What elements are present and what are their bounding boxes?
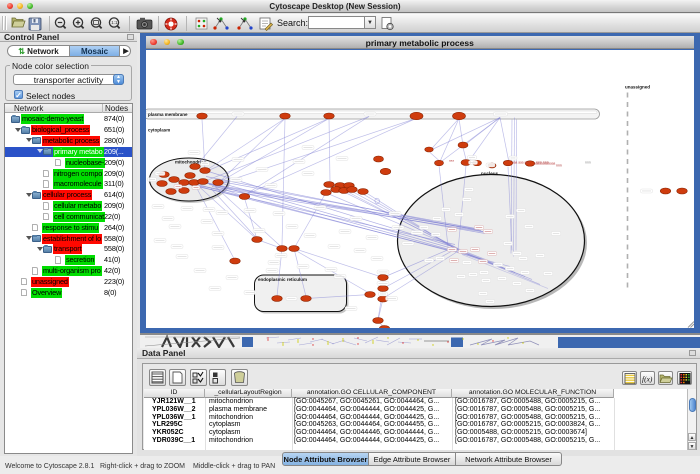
svg-text:endoplasmic reticulum: endoplasmic reticulum <box>258 277 307 282</box>
svg-text:nnn nnn: nnn nnn <box>536 160 549 164</box>
svg-text:unassigned: unassigned <box>625 84 650 89</box>
svg-text:1:1: 1:1 <box>111 20 118 25</box>
svg-text:nucleus: nucleus <box>481 171 499 176</box>
svg-text:nnn: nnn <box>556 163 562 167</box>
svg-text:f(x): f(x) <box>642 375 653 384</box>
svg-text:cytoplasm: cytoplasm <box>148 127 170 132</box>
svg-text:aaa: aaa <box>449 158 454 162</box>
svg-text:plasma membrane: plasma membrane <box>148 112 188 117</box>
svg-text:nnn: nnn <box>585 160 591 164</box>
svg-text:aaa aaa aaa: aaa aaa aaa <box>512 160 530 164</box>
